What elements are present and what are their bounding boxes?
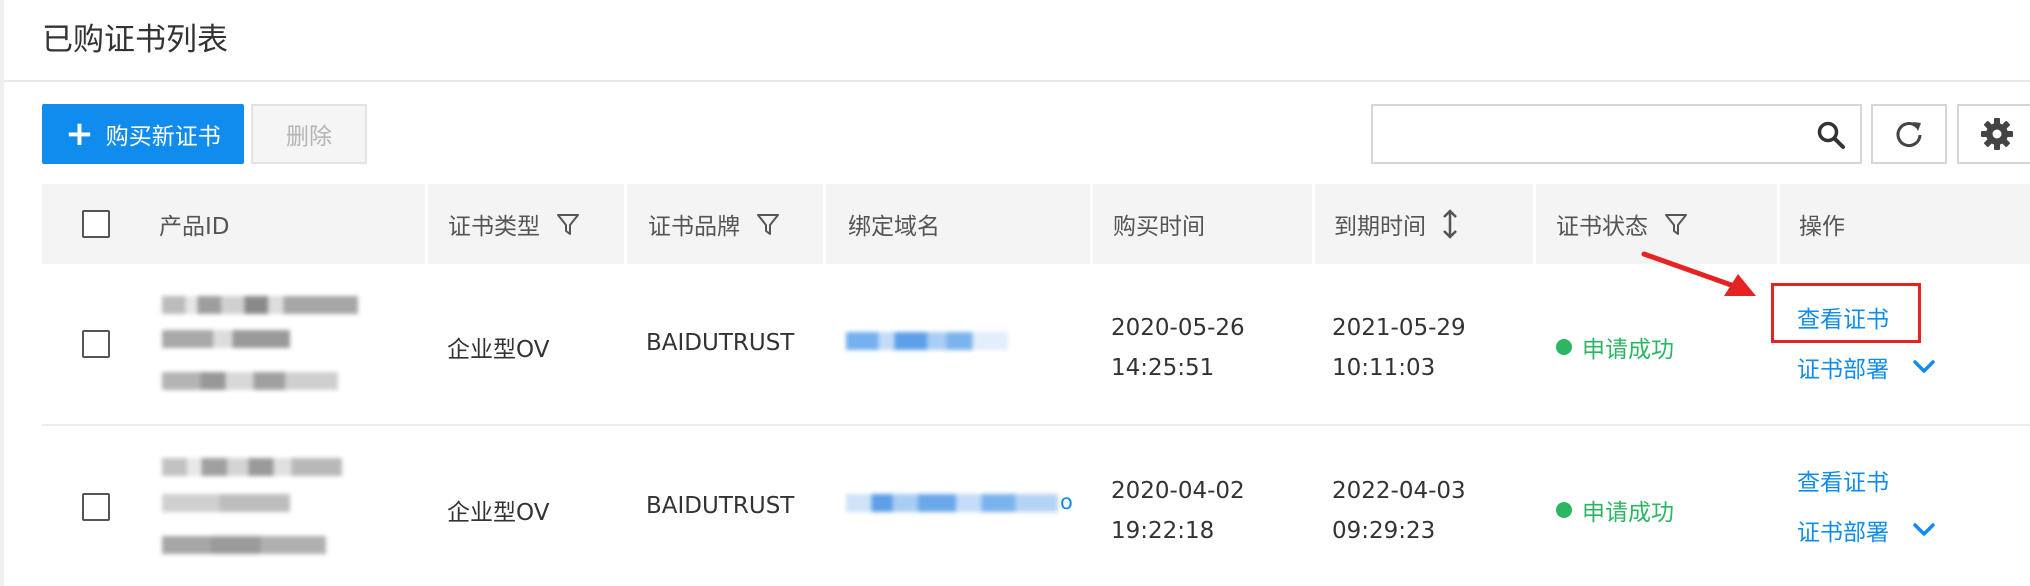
plus-icon: + [65,114,94,154]
view-certificate-link[interactable]: 查看证书 [1797,463,1889,497]
expire-date: 2021-05-29 [1332,315,1466,341]
expire-date: 2022-04-03 [1332,478,1466,504]
domain-fragment: o [1060,490,1073,514]
column-divider [1090,184,1093,264]
column-header-cert-type[interactable]: 证书类型 [448,184,580,264]
filter-icon[interactable] [756,212,780,236]
column-header-domain: 绑定域名 [848,184,940,264]
purchase-clock: 19:22:18 [1111,518,1215,544]
arrow-annotation [1641,251,1756,296]
column-header-cert-brand[interactable]: 证书品牌 [648,184,780,264]
column-label-product-id: 产品ID [159,214,230,240]
chevron-down-icon[interactable] [1913,360,1935,374]
column-divider [425,184,428,264]
purchase-date: 2020-04-02 [1111,478,1245,504]
expire-clock: 10:11:03 [1332,355,1436,381]
deploy-label: 证书部署 [1797,357,1889,383]
search-input[interactable] [1383,116,1803,152]
filter-icon[interactable] [1664,212,1688,236]
filter-icon[interactable] [556,212,580,236]
status-text: 申请成功 [1582,337,1674,363]
search-icon[interactable] [1816,120,1846,150]
column-label-actions: 操作 [1799,214,1845,240]
status-dot-icon [1556,339,1572,355]
delete-button[interactable]: 删除 [251,104,367,164]
purchase-clock: 14:25:51 [1111,355,1215,381]
cert-brand-cell: BAIDUTRUST [646,330,795,356]
status-badge: 申请成功 [1556,493,1674,527]
column-label-purchase-time: 购买时间 [1113,214,1205,240]
page: 已购证书列表 + 购买新证书 删除 产品ID 证书类型 证书品牌 绑定域名 购买… [0,0,2030,586]
chevron-down-icon[interactable] [1913,523,1935,537]
column-label-cert-type: 证书类型 [448,214,540,240]
column-header-product-id: 产品ID [159,184,230,264]
cert-brand-cell: BAIDUTRUST [646,493,795,519]
select-all-checkbox[interactable] [82,210,110,238]
row-checkbox[interactable] [82,493,110,521]
expire-time-cell: 2021-05-29 10:11:03 [1332,308,1466,388]
sort-icon[interactable] [1442,209,1458,239]
table-row: 企业型OV BAIDUTRUST o 2020-04-02 19:22:18 2… [42,426,2030,586]
deploy-label: 证书部署 [1797,520,1889,546]
status-text: 申请成功 [1582,500,1674,526]
status-badge: 申请成功 [1556,330,1674,364]
page-title: 已购证书列表 [42,22,228,58]
column-divider [1777,184,1780,264]
title-bar: 已购证书列表 [4,0,2030,82]
deploy-certificate-dropdown[interactable]: 证书部署 [1797,350,1935,384]
column-label-domain: 绑定域名 [848,214,940,240]
settings-icon [1981,118,2013,150]
purchase-time-cell: 2020-04-02 19:22:18 [1111,471,1245,551]
column-divider [823,184,826,264]
purchase-date: 2020-05-26 [1111,315,1245,341]
buy-new-certificate-button[interactable]: + 购买新证书 [42,104,244,164]
buy-button-label: 购买新证书 [105,124,221,150]
left-edge [0,0,4,586]
cert-type-cell: 企业型OV [447,500,550,526]
search-box[interactable] [1371,104,1862,164]
column-divider [1312,184,1315,264]
refresh-icon [1896,122,1922,148]
column-divider [624,184,627,264]
view-certificate-highlight [1771,283,1921,343]
column-label-cert-brand: 证书品牌 [648,214,740,240]
column-header-actions: 操作 [1799,184,1845,264]
status-dot-icon [1556,502,1572,518]
row-checkbox[interactable] [82,330,110,358]
purchase-time-cell: 2020-05-26 14:25:51 [1111,308,1245,388]
column-label-status: 证书状态 [1556,214,1648,240]
column-header-expire-time[interactable]: 到期时间 [1334,184,1458,264]
refresh-button[interactable] [1871,104,1947,164]
expire-clock: 09:29:23 [1332,518,1436,544]
delete-button-label: 删除 [286,124,332,150]
column-label-expire-time: 到期时间 [1334,214,1426,240]
column-header-purchase-time: 购买时间 [1113,184,1205,264]
cert-type-cell: 企业型OV [447,337,550,363]
settings-button[interactable] [1957,104,2030,164]
expire-time-cell: 2022-04-03 09:29:23 [1332,471,1466,551]
column-divider [1533,184,1536,264]
deploy-certificate-dropdown[interactable]: 证书部署 [1797,513,1935,547]
